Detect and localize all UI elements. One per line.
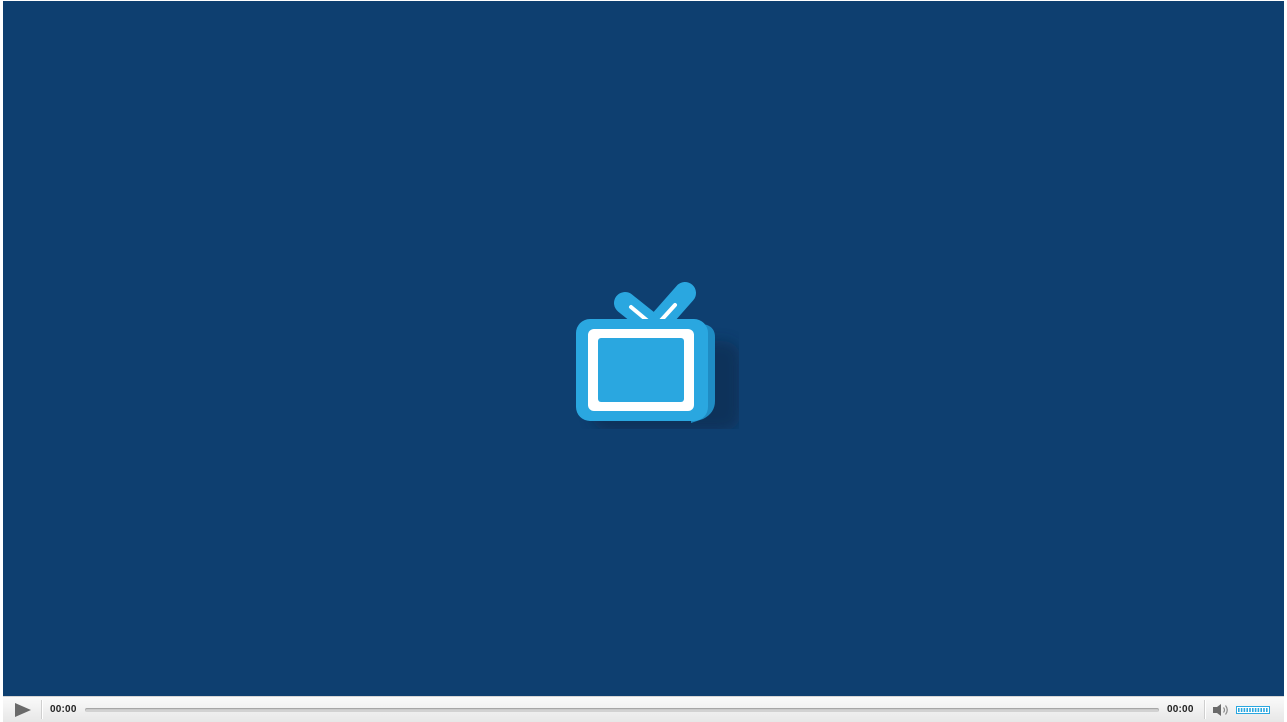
volume-level-bar (1252, 708, 1254, 712)
volume-level-bar (1249, 708, 1251, 712)
play-button[interactable] (10, 701, 34, 719)
play-icon (15, 703, 31, 717)
video-player: 00:00 00:00 (0, 0, 1287, 722)
volume-level-bar (1266, 708, 1268, 712)
divider (1204, 700, 1206, 719)
video-viewport[interactable] (3, 1, 1284, 696)
mute-button[interactable] (1211, 702, 1231, 718)
current-time: 00:00 (50, 704, 77, 715)
volume-level-bar (1257, 708, 1260, 712)
volume-level-bar (1240, 708, 1243, 712)
tv-icon (576, 282, 739, 429)
volume-level-bar (1260, 708, 1262, 712)
volume-level-bar (1243, 708, 1246, 712)
volume-level-bar (1254, 708, 1257, 712)
divider (41, 700, 43, 719)
seek-bar[interactable] (85, 708, 1159, 712)
control-bar: 00:00 00:00 (3, 696, 1284, 722)
speaker-icon (1213, 704, 1228, 716)
volume-slider[interactable] (1236, 706, 1270, 714)
volume-level-bar (1246, 708, 1248, 712)
duration-time: 00:00 (1167, 704, 1194, 715)
volume-level-bar (1263, 708, 1265, 712)
volume-level-bar (1238, 708, 1240, 712)
